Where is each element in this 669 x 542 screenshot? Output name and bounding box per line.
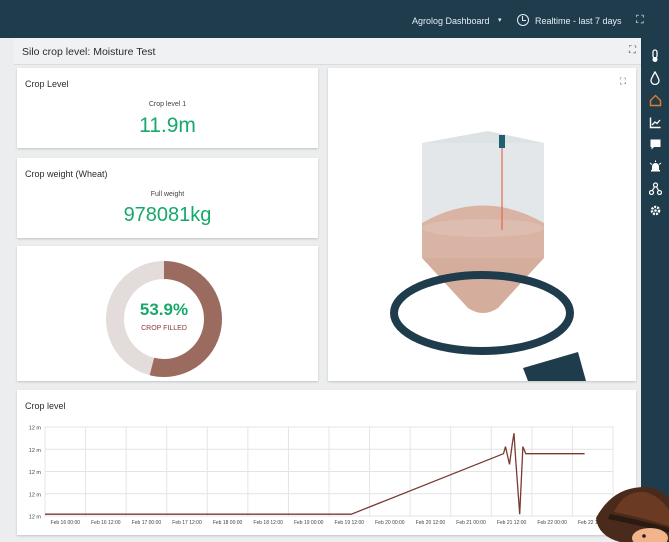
cowboy-mascot-icon xyxy=(596,487,669,542)
silo-base-shadow xyxy=(523,352,586,381)
card-title: Crop Level xyxy=(25,79,69,89)
sidebar xyxy=(641,38,669,542)
message-icon[interactable] xyxy=(641,134,669,154)
y-tick-label: 12 m xyxy=(29,448,42,454)
x-tick-label: Feb 18 12:00 xyxy=(253,520,283,526)
x-tick-label: Feb 16 12:00 xyxy=(91,520,121,526)
x-tick-label: Feb 22 00:00 xyxy=(537,520,567,526)
fullscreen-icon[interactable]: ⛶ xyxy=(636,14,644,27)
x-tick-label: Feb 18 00:00 xyxy=(213,520,243,526)
silo-3d-view xyxy=(390,131,586,381)
home-icon[interactable] xyxy=(641,90,669,110)
network-icon[interactable] xyxy=(641,178,669,198)
crop-fill-card: 53.9% CROP FILLED xyxy=(17,246,318,381)
expand-icon[interactable]: ⛶ xyxy=(620,76,626,87)
top-bar: Agrolog Dashboard ▾ Realtime - last 7 da… xyxy=(0,0,669,38)
x-tick-label: Feb 17 12:00 xyxy=(172,520,202,526)
x-tick-label: Feb 20 00:00 xyxy=(375,520,405,526)
chart-icon[interactable] xyxy=(641,112,669,132)
crop-level-chart-card: Crop level 12 m 12 m 12 m 12 m 12 m Feb 16 00… xyxy=(17,390,636,535)
thermometer-icon[interactable] xyxy=(641,46,669,66)
y-tick-label: 12 m xyxy=(29,492,42,498)
crop-level-card: Crop Level Crop level 1 11.9m xyxy=(17,68,318,148)
silo-hopper xyxy=(422,258,544,313)
y-tick-label: 12 m xyxy=(29,470,42,476)
x-tick-label: Feb 19 12:00 xyxy=(335,520,365,526)
x-tick-label: Feb 21 00:00 xyxy=(456,520,486,526)
level-sensor xyxy=(499,135,505,148)
x-tick-label: Feb 20 12:00 xyxy=(416,520,446,526)
silo-3d-card: ⛶ xyxy=(328,68,636,381)
dashboard-dropdown-icon[interactable]: ▾ xyxy=(498,16,502,24)
crop-level-value: 11.9m xyxy=(139,114,196,137)
expand-icon[interactable]: ⛶ xyxy=(629,45,636,56)
alarm-icon[interactable] xyxy=(641,156,669,176)
crop-fill-label: CROP FILLED xyxy=(141,325,187,332)
y-tick-label: 12 m xyxy=(29,515,42,521)
clock-icon[interactable] xyxy=(517,14,529,26)
crop-weight-value: 978081kg xyxy=(123,204,212,226)
crop-weight-label: Full weight xyxy=(150,191,185,198)
drop-icon[interactable] xyxy=(641,68,669,88)
crop-level-chart: 12 m 12 m 12 m 12 m 12 m Feb 16 00:00 Feb 16 1… xyxy=(29,426,614,526)
silo-roof xyxy=(422,131,544,143)
page-title: Silo crop level: Moisture Test xyxy=(22,46,156,58)
card-title: Crop weight (Wheat) xyxy=(25,169,108,179)
crop-surface xyxy=(422,219,544,237)
x-tick-label: Feb 17 00:00 xyxy=(132,520,162,526)
dashboard-title-bar: Silo crop level: Moisture Test ⛶ xyxy=(14,38,642,65)
dashboard-selector[interactable]: Agrolog Dashboard xyxy=(412,16,490,26)
crop-level-label: Crop level 1 xyxy=(148,101,187,108)
x-tick-label: Feb 19 00:00 xyxy=(294,520,324,526)
y-tick-label: 12 m xyxy=(29,426,42,432)
gear-icon[interactable] xyxy=(641,200,669,220)
crop-fill-donut: 53.9% CROP FILLED xyxy=(105,260,223,378)
crop-fill-percent: 53.9% xyxy=(139,300,189,319)
x-tick-label: Feb 16 00:00 xyxy=(51,520,81,526)
crop-weight-card: Crop weight (Wheat) Full weight 978081kg xyxy=(17,158,318,238)
x-tick-label: Feb 21 12:00 xyxy=(497,520,527,526)
time-range-selector[interactable]: Realtime - last 7 days xyxy=(535,16,622,26)
